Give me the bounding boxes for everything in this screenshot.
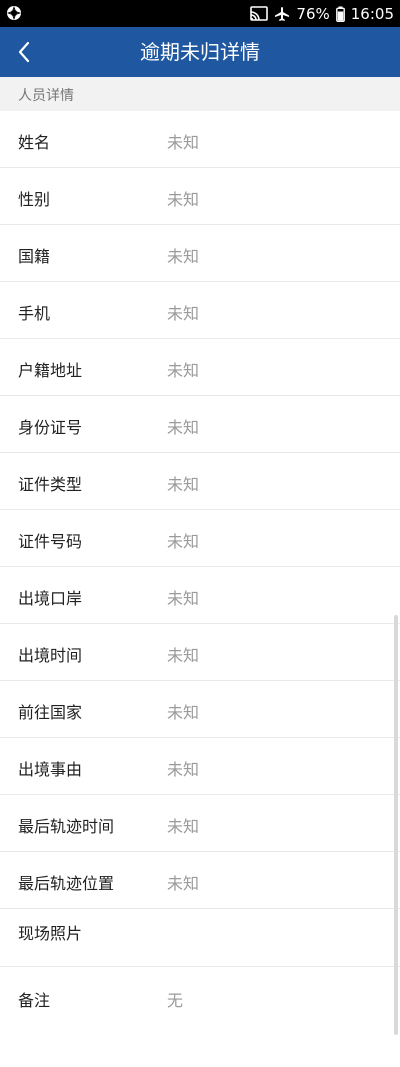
- field-label: 身份证号: [18, 418, 83, 437]
- field-label: 性别: [18, 190, 51, 209]
- field-label: 出境时间: [18, 646, 83, 665]
- field-value: 未知: [167, 703, 200, 722]
- page-title: 逾期未归详情: [140, 40, 260, 64]
- field-row-name: 姓名 未知: [0, 111, 400, 168]
- field-label: 现场照片: [18, 924, 83, 943]
- field-value: 未知: [167, 532, 200, 551]
- field-value: 未知: [167, 304, 200, 323]
- cast-icon: [250, 5, 269, 21]
- field-label: 户籍地址: [18, 361, 83, 380]
- app-notification-icon: [7, 6, 21, 20]
- detail-list: 姓名 未知 性别 未知 国籍 未知 手机 未知 户籍地址 未知 身份证号 未知 …: [0, 111, 400, 1027]
- field-label: 国籍: [18, 247, 51, 266]
- field-value: 未知: [167, 589, 200, 608]
- field-label: 姓名: [18, 133, 51, 152]
- field-row-household-address: 户籍地址 未知: [0, 339, 400, 396]
- field-value: 未知: [167, 418, 200, 437]
- field-label: 证件类型: [18, 475, 83, 494]
- field-row-document-number: 证件号码 未知: [0, 510, 400, 567]
- clock: 16:05: [350, 4, 394, 23]
- scrollbar[interactable]: [394, 615, 398, 1035]
- field-row-last-track-time: 最后轨迹时间 未知: [0, 795, 400, 852]
- field-value: 未知: [167, 817, 200, 836]
- section-header: 人员详情: [0, 77, 400, 111]
- battery-percent: 76%: [296, 4, 330, 23]
- field-row-gender: 性别 未知: [0, 168, 400, 225]
- field-row-exit-time: 出境时间 未知: [0, 624, 400, 681]
- field-row-exit-port: 出境口岸 未知: [0, 567, 400, 624]
- section-title: 人员详情: [18, 88, 74, 104]
- field-value: 未知: [167, 760, 200, 779]
- field-value: 未知: [167, 475, 200, 494]
- field-value: 未知: [167, 361, 200, 380]
- field-value: 未知: [167, 646, 200, 665]
- airplane-icon: [275, 6, 290, 21]
- field-row-id-number: 身份证号 未知: [0, 396, 400, 453]
- field-value: 未知: [167, 190, 200, 209]
- field-value: 无: [167, 991, 184, 1010]
- field-row-document-type: 证件类型 未知: [0, 453, 400, 510]
- field-label: 证件号码: [18, 532, 83, 551]
- status-bar: 76% 16:05: [0, 0, 400, 27]
- field-label: 前往国家: [18, 703, 83, 722]
- battery-icon: [335, 6, 345, 22]
- field-value: 未知: [167, 874, 200, 893]
- field-row-destination-country: 前往国家 未知: [0, 681, 400, 738]
- field-label: 手机: [18, 304, 51, 323]
- field-row-phone: 手机 未知: [0, 282, 400, 339]
- field-row-remark: 备注 无: [0, 967, 400, 1027]
- field-label: 最后轨迹位置: [18, 874, 115, 893]
- field-row-nationality: 国籍 未知: [0, 225, 400, 282]
- field-value: 未知: [167, 247, 200, 266]
- field-label: 最后轨迹时间: [18, 817, 115, 836]
- field-label: 出境口岸: [18, 589, 83, 608]
- field-label: 备注: [18, 991, 51, 1010]
- field-label: 出境事由: [18, 760, 83, 779]
- field-row-scene-photo: 现场照片: [0, 909, 400, 967]
- field-row-last-track-location: 最后轨迹位置 未知: [0, 852, 400, 909]
- field-row-exit-reason: 出境事由 未知: [0, 738, 400, 795]
- field-value: 未知: [167, 133, 200, 152]
- app-bar: 逾期未归详情: [0, 27, 400, 77]
